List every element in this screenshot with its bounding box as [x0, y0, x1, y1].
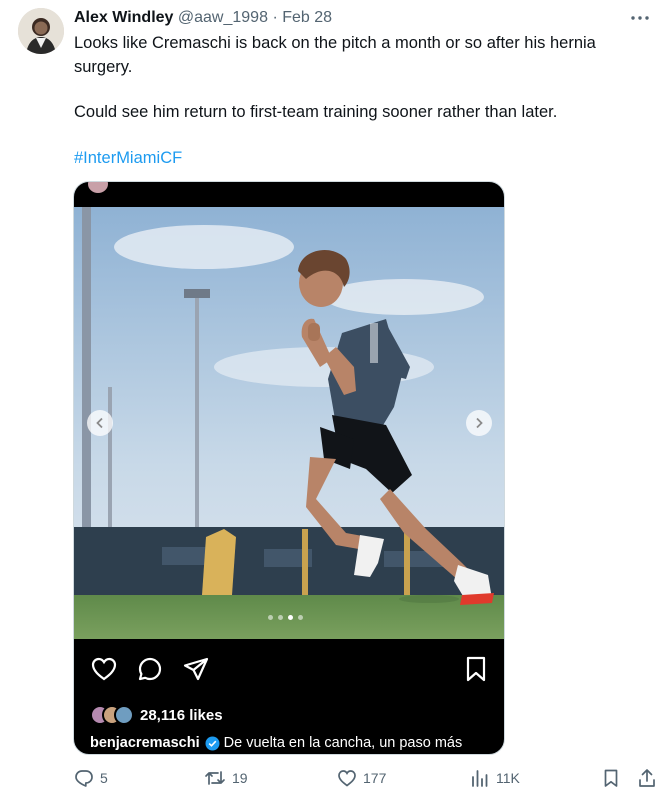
- athlete-photo: [74, 207, 504, 639]
- heart-icon: [338, 770, 356, 787]
- share-button[interactable]: [637, 768, 663, 788]
- author-handle[interactable]: @aaw_1998: [178, 9, 268, 26]
- carousel-indicator: [268, 615, 303, 620]
- author-name[interactable]: Alex Windley: [74, 9, 173, 26]
- retweet-button[interactable]: 19: [204, 768, 248, 788]
- share-icon: [639, 769, 655, 787]
- tweet-actions: 5 19 177 11K: [0, 768, 670, 796]
- bookmark-button[interactable]: [601, 768, 627, 788]
- tweet: Alex Windley @aaw_1998 · Feb 28 Looks li…: [0, 0, 670, 809]
- tweet-date[interactable]: Feb 28: [282, 9, 332, 26]
- chevron-left-icon: [96, 417, 103, 429]
- tweet-header: Alex Windley @aaw_1998 · Feb 28: [74, 7, 332, 29]
- likes-row: 28,116 likes: [90, 703, 223, 727]
- share-send-icon[interactable]: [182, 655, 210, 683]
- embed-avatar-icon: [88, 182, 108, 193]
- bar-chart-icon: [472, 770, 488, 787]
- carousel-dot-active[interactable]: [288, 615, 293, 620]
- views-button[interactable]: 11K: [470, 768, 520, 788]
- retweet-icon: [205, 771, 225, 785]
- carousel-dot[interactable]: [278, 615, 283, 620]
- verified-badge-icon: [205, 736, 220, 751]
- carousel-next-button[interactable]: [466, 410, 492, 436]
- heart-icon[interactable]: [90, 655, 118, 683]
- bookmark-icon[interactable]: [462, 655, 490, 683]
- reply-count: 5: [100, 770, 108, 786]
- like-button[interactable]: 177: [337, 768, 386, 788]
- carousel-dot[interactable]: [298, 615, 303, 620]
- carousel-prev-button[interactable]: [87, 410, 113, 436]
- caption-username[interactable]: benjacremaschi: [90, 735, 200, 751]
- instagram-embed[interactable]: 28,116 likes benjacremaschi De vuelta en…: [73, 181, 505, 755]
- tweet-text: Looks like Cremaschi is back on the pitc…: [74, 31, 634, 170]
- retweet-count: 19: [232, 770, 248, 786]
- reply-button[interactable]: 5: [74, 768, 108, 788]
- liker-avatar: [114, 705, 134, 725]
- likes-count[interactable]: 28,116 likes: [140, 707, 223, 724]
- tweet-text-line1: Looks like Cremaschi is back on the pitc…: [74, 34, 596, 76]
- comment-bubble-icon[interactable]: [136, 655, 164, 683]
- like-count: 177: [363, 770, 387, 786]
- reply-icon: [75, 770, 93, 787]
- embed-caption: benjacremaschi De vuelta en la cancha, u…: [90, 735, 462, 751]
- bookmark-icon: [604, 769, 618, 787]
- hashtag-link[interactable]: #InterMiamiCF: [74, 146, 634, 170]
- tweet-text-line2: Could see him return to first-team train…: [74, 103, 558, 121]
- separator: ·: [272, 9, 278, 26]
- avatar[interactable]: [18, 8, 64, 54]
- chevron-right-icon: [476, 417, 483, 429]
- carousel-dot[interactable]: [268, 615, 273, 620]
- more-options-icon[interactable]: [628, 6, 652, 30]
- caption-text: De vuelta en la cancha, un paso más: [223, 735, 463, 751]
- instagram-actions: [74, 655, 504, 685]
- view-count: 11K: [496, 770, 520, 786]
